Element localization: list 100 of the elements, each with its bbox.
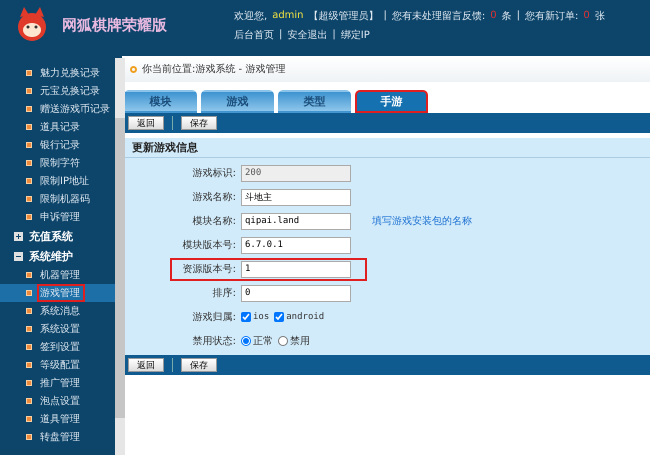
bullet-icon [26, 434, 32, 440]
sidebar-group[interactable]: 充值系统 [0, 226, 115, 246]
hint-text: 填写游戏安装包的名称 [372, 214, 472, 228]
header-link[interactable]: 安全退出 [287, 28, 328, 42]
orders-count: 0 [583, 10, 590, 21]
collapse-icon [14, 252, 23, 260]
input-field[interactable]: qipai.land [241, 212, 351, 230]
bullet-icon [26, 142, 32, 148]
bullet-icon [26, 124, 32, 130]
feedback-unit: 条 [502, 10, 512, 22]
bullet-icon [26, 344, 32, 350]
field-label: 游戏名称: [192, 190, 236, 204]
bullet-icon [26, 88, 32, 94]
input-field[interactable]: 斗地主 [241, 188, 351, 206]
sidebar-item[interactable]: 签到设置 [0, 338, 115, 356]
orders-unit: 张 [594, 10, 605, 22]
toolbar-button[interactable]: 返回 [128, 116, 164, 130]
radio-button[interactable] [278, 336, 288, 346]
field-label: 游戏标识: [192, 166, 236, 180]
sidebar-item-label: 限制机器码 [39, 192, 91, 207]
checkbox[interactable] [241, 312, 251, 322]
sidebar-item[interactable]: 道具管理 [0, 410, 115, 428]
bullet-icon [26, 178, 32, 184]
sidebar-item-label: 转盘管理 [39, 431, 81, 445]
field-label: 游戏归属: [192, 310, 236, 324]
bullet-icon [26, 308, 32, 314]
bullet-icon [26, 70, 32, 76]
sidebar-item[interactable]: 限制字符 [0, 154, 115, 172]
bullet-icon [26, 272, 32, 278]
sidebar-item[interactable]: 系统设置 [0, 320, 115, 338]
field-label: 禁用状态: [192, 334, 236, 348]
sidebar-item[interactable]: 游戏管理 [0, 284, 115, 302]
breadcrumb: 你当前位置:游戏系统 - 游戏管理 [142, 62, 286, 76]
sidebar-item-label: 限制字符 [39, 156, 81, 171]
scrollbar[interactable] [115, 58, 125, 455]
location-icon [130, 66, 137, 72]
sidebar-item[interactable]: 道具记录 [0, 118, 115, 136]
sidebar-item[interactable]: 推广管理 [0, 374, 115, 392]
sidebar-item[interactable]: 泡点设置 [0, 392, 115, 410]
sidebar-item[interactable]: 系统消息 [0, 302, 115, 320]
feedback-label: 您有未处理留言反馈: [392, 10, 486, 22]
sidebar-item[interactable]: 元宝兑换记录 [0, 82, 115, 100]
sidebar-item-label: 泡点设置 [39, 394, 81, 409]
bullet-icon [26, 290, 32, 296]
sidebar-item-label: 等级配置 [39, 358, 81, 373]
separator: | [516, 10, 520, 21]
sidebar-item[interactable]: 等级配置 [0, 356, 115, 374]
toolbar-button[interactable]: 保存 [181, 116, 217, 130]
sidebar-item[interactable]: 魅力兑换记录 [0, 64, 115, 82]
sidebar-item-label: 机器管理 [39, 268, 81, 283]
option-label: 禁用 [290, 334, 310, 348]
header-link[interactable]: 后台首页 [234, 28, 274, 42]
radio-button[interactable] [241, 336, 251, 346]
sidebar-item[interactable]: 申诉管理 [0, 208, 115, 226]
sidebar-item-label: 游戏管理 [37, 284, 85, 302]
sidebar-item[interactable]: 机器管理 [0, 266, 115, 284]
toolbar-button[interactable]: 保存 [181, 358, 217, 372]
bullet-icon [26, 160, 32, 166]
sidebar-item-label: 系统消息 [39, 304, 81, 319]
field-label: 模块版本号: [182, 238, 236, 252]
sidebar-item[interactable]: 转盘管理 [0, 428, 115, 446]
bullet-icon [26, 106, 32, 112]
tab[interactable]: 模块 [124, 90, 197, 113]
sidebar-item[interactable]: 限制IP地址 [0, 172, 115, 190]
separator: | [332, 29, 336, 40]
option-label: ios [253, 312, 270, 322]
input-field[interactable]: 6.7.0.1 [241, 236, 351, 254]
header-link[interactable]: 绑定IP [340, 28, 370, 42]
toolbar-button[interactable]: 返回 [128, 358, 164, 372]
bullet-icon [26, 398, 32, 404]
sidebar-item-label: 魅力兑换记录 [39, 66, 101, 81]
input-field[interactable]: 0 [241, 284, 351, 302]
separator: | [384, 10, 387, 21]
expand-icon [14, 232, 23, 240]
tab[interactable]: 游戏 [201, 90, 274, 113]
checkbox[interactable] [274, 312, 284, 322]
sidebar-item-label: 赠送游戏币记录 [39, 102, 111, 117]
sidebar-item-label: 推广管理 [39, 376, 81, 391]
bullet-icon [26, 416, 32, 422]
feedback-count: 0 [490, 10, 497, 21]
bullet-icon [26, 196, 32, 202]
username: admin [272, 10, 304, 21]
sidebar-item-label: 元宝兑换记录 [39, 84, 101, 99]
sidebar-item[interactable]: 赠送游戏币记录 [0, 100, 115, 118]
sidebar-item-label: 道具管理 [39, 413, 81, 427]
sidebar-item-label: 银行记录 [39, 139, 81, 153]
tab[interactable]: 手游 [355, 90, 428, 113]
sidebar-item-label: 签到设置 [39, 340, 81, 355]
field-label: 资源版本号: [182, 262, 236, 276]
sidebar-item-label: 申诉管理 [39, 210, 81, 225]
bullet-icon [26, 214, 32, 220]
sidebar-group[interactable]: 系统维护 [0, 246, 115, 266]
bullet-icon [26, 380, 32, 386]
option-label: 正常 [253, 334, 273, 348]
input-field[interactable]: 1 [241, 260, 351, 278]
separator: | [279, 29, 282, 40]
sidebar-item[interactable]: 银行记录 [0, 136, 115, 154]
sidebar-item[interactable]: 限制机器码 [0, 190, 115, 208]
bullet-icon [26, 362, 32, 368]
role-text: 【超级管理员】 [308, 10, 379, 22]
